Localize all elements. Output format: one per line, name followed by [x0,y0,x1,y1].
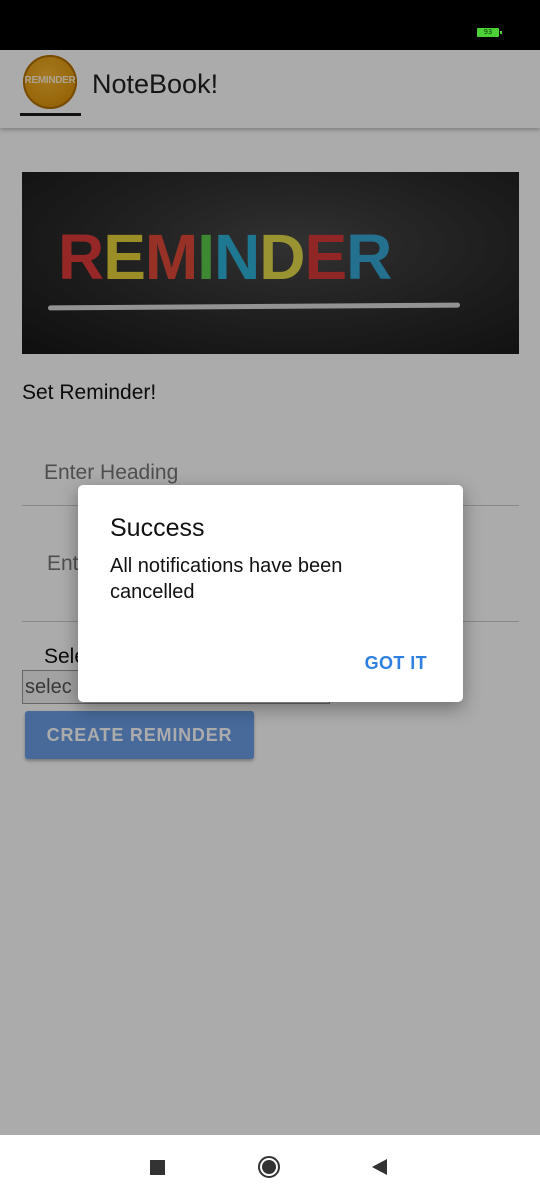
dialog-message: All notifications have been cancelled [110,555,343,603]
dialog-title: Success [110,514,205,542]
battery-icon: 93 [477,28,502,37]
circle-icon[interactable] [258,1156,280,1178]
got-it-button[interactable]: GOT IT [357,649,435,678]
square-icon[interactable] [150,1160,165,1175]
status-bar: 93 [0,0,540,50]
system-nav-bar [0,1135,540,1200]
triangle-back-icon[interactable] [372,1159,387,1175]
success-dialog: Success All notifications have been canc… [78,485,463,702]
